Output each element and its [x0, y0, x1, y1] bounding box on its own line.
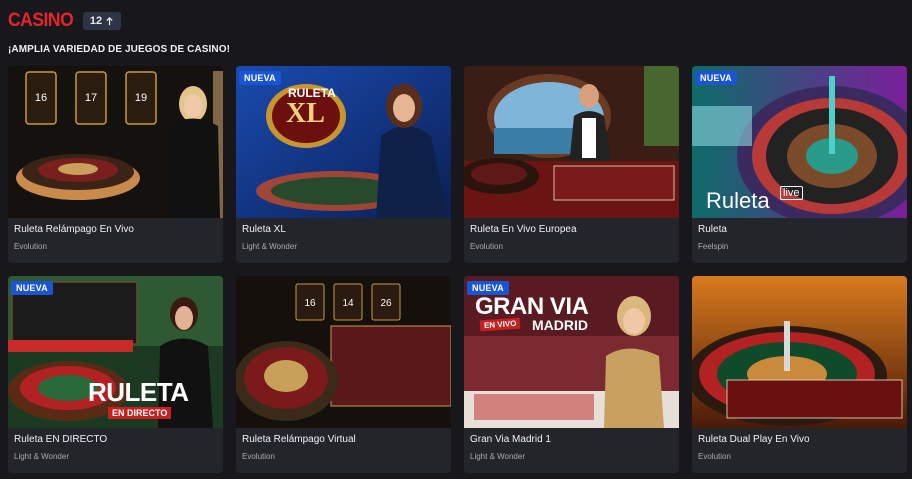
- game-thumbnail: GRAN VIA EN VIVO MADRID NUEVA: [464, 276, 679, 428]
- game-count-badge[interactable]: 12: [82, 12, 122, 30]
- game-title: Ruleta EN DIRECTO: [14, 434, 108, 445]
- svg-text:19: 19: [135, 92, 147, 104]
- games-grid: 16 17 19 Ruleta Relámpago En Vivo Evolut…: [8, 66, 907, 473]
- roulette-xl-image: [236, 66, 451, 218]
- header: CASINO 12: [8, 10, 122, 31]
- game-card[interactable]: Ruleta live NUEVA Ruleta Feelspin: [692, 66, 907, 263]
- game-provider: Light & Wonder: [242, 242, 297, 251]
- thumb-overlay-text: Ruleta: [706, 188, 770, 213]
- game-card[interactable]: 16 17 19 Ruleta Relámpago En Vivo Evolut…: [8, 66, 223, 263]
- svg-text:16: 16: [35, 92, 47, 104]
- svg-text:16: 16: [304, 298, 316, 309]
- section-title: ¡AMPLIA VARIEDAD DE JUEGOS DE CASINO!: [8, 44, 231, 55]
- svg-text:26: 26: [380, 298, 392, 309]
- game-provider: Feelspin: [698, 242, 729, 251]
- new-badge: NUEVA: [11, 281, 53, 295]
- thumb-overlay-text-3: MADRID: [532, 317, 588, 333]
- roulette-lightning-image: 16 17 19: [8, 66, 223, 218]
- new-badge: NUEVA: [467, 281, 509, 295]
- game-card[interactable]: GRAN VIA EN VIVO MADRID NUEVA Gran Via M…: [464, 276, 679, 473]
- game-thumbnail: 16 17 19: [8, 66, 223, 218]
- virtual-lightning-roulette-image: 16 14 26: [236, 276, 451, 428]
- game-card[interactable]: RULETA EN DIRECTO NUEVA Ruleta EN DIRECT…: [8, 276, 223, 473]
- thumb-overlay-text-2: EN DIRECTO: [108, 407, 172, 419]
- casino-logo: CASINO: [8, 10, 74, 31]
- svg-text:14: 14: [342, 298, 354, 309]
- game-card[interactable]: 16 14 26 Ruleta Relámpago Virtual Evolut…: [236, 276, 451, 473]
- game-title: Ruleta XL: [242, 224, 286, 235]
- game-provider: Light & Wonder: [14, 452, 69, 461]
- game-provider: Evolution: [698, 452, 731, 461]
- svg-text:17: 17: [85, 92, 97, 104]
- new-badge: NUEVA: [695, 71, 737, 85]
- game-card[interactable]: Ruleta En Vivo Europea Evolution: [464, 66, 679, 263]
- game-count: 12: [89, 15, 103, 27]
- game-card[interactable]: Ruleta Dual Play En Vivo Evolution: [692, 276, 907, 473]
- game-provider: Evolution: [242, 452, 275, 461]
- game-thumbnail: RULETA EN DIRECTO NUEVA: [8, 276, 223, 428]
- game-title: Ruleta En Vivo Europea: [470, 224, 577, 235]
- thumb-overlay-text-2: live: [780, 186, 803, 200]
- game-provider: Evolution: [14, 242, 47, 251]
- game-thumbnail: [464, 66, 679, 218]
- game-thumbnail: Ruleta live NUEVA: [692, 66, 907, 218]
- new-badge: NUEVA: [239, 71, 281, 85]
- european-roulette-image: [464, 66, 679, 218]
- thumb-overlay-text-2: XL: [286, 98, 325, 129]
- game-thumbnail: [692, 276, 907, 428]
- game-card[interactable]: RULETA XL NUEVA Ruleta XL Light & Wonder: [236, 66, 451, 263]
- thumb-overlay-text: RULETA: [88, 377, 189, 407]
- dual-play-roulette-image: [692, 276, 907, 428]
- game-provider: Light & Wonder: [470, 452, 525, 461]
- game-title: Gran Via Madrid 1: [470, 434, 551, 445]
- game-title: Ruleta Dual Play En Vivo: [698, 434, 810, 445]
- game-title: Ruleta Relámpago Virtual: [242, 434, 356, 445]
- game-thumbnail: RULETA XL NUEVA: [236, 66, 451, 218]
- game-title: Ruleta Relámpago En Vivo: [14, 224, 134, 235]
- game-thumbnail: 16 14 26: [236, 276, 451, 428]
- arrow-up-icon: [106, 16, 113, 25]
- game-provider: Evolution: [470, 242, 503, 251]
- game-title: Ruleta: [698, 224, 727, 235]
